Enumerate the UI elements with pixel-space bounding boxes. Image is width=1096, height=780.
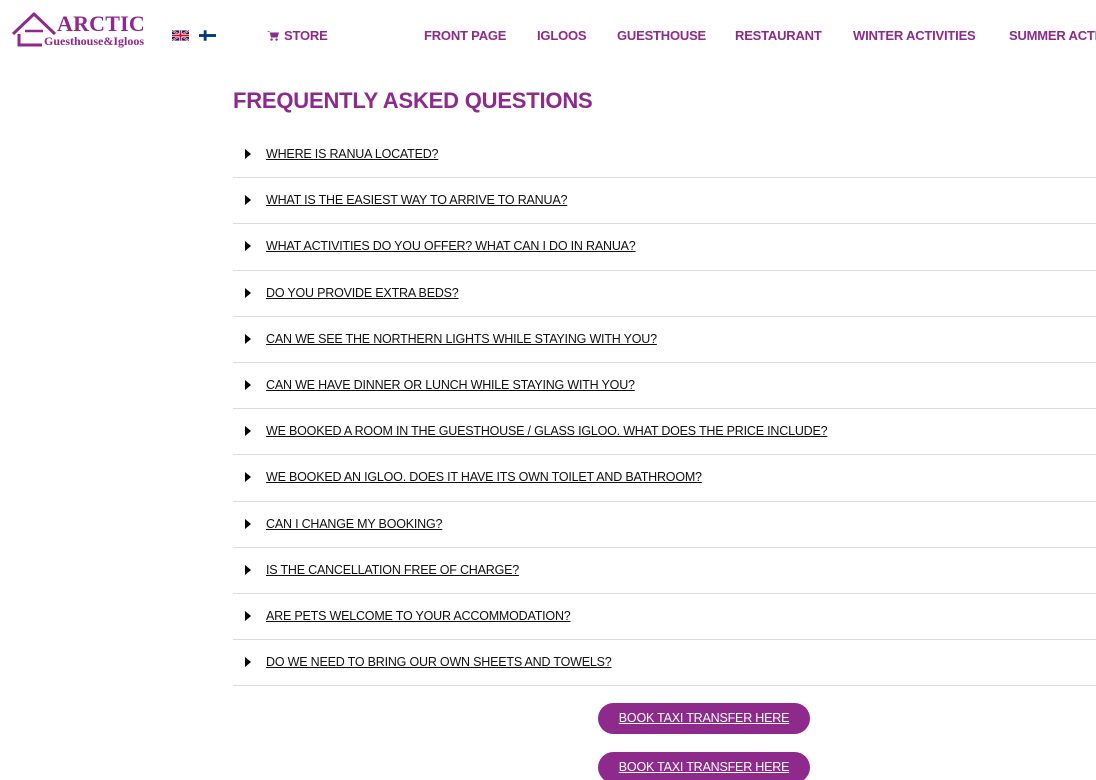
expand-triangle-icon	[245, 426, 251, 437]
book-taxi-button-2[interactable]: BOOK TAXI TRANSFER HERE	[598, 752, 810, 780]
book-taxi-button[interactable]: BOOK TAXI TRANSFER HERE	[598, 703, 810, 734]
faq-question: CAN WE SEE THE NORTHERN LIGHTS WHILE STA…	[266, 331, 657, 346]
faq-question: DO YOU PROVIDE EXTRA BEDS?	[266, 285, 459, 300]
nav-igloos[interactable]: IGLOOS	[537, 28, 587, 44]
expand-triangle-icon	[245, 610, 251, 621]
faq-item[interactable]: ARE PETS WELCOME TO YOUR ACCOMMODATION?	[233, 594, 1096, 641]
nav-store[interactable]: STORE	[267, 28, 328, 44]
expand-triangle-icon	[245, 518, 251, 529]
faq-question: WHAT ACTIVITIES DO YOU OFFER? WHAT CAN I…	[266, 239, 636, 254]
expand-triangle-icon	[245, 657, 251, 668]
faq-item[interactable]: WHAT IS THE EASIEST WAY TO ARRIVE TO RAN…	[233, 178, 1096, 225]
expand-triangle-icon	[245, 195, 251, 206]
faq-item[interactable]: CAN WE SEE THE NORTHERN LIGHTS WHILE STA…	[233, 317, 1096, 363]
expand-triangle-icon	[245, 287, 251, 298]
faq-item[interactable]: IS THE CANCELLATION FREE OF CHARGE?	[233, 548, 1096, 594]
main-nav: STORE FRONT PAGE IGLOOS GUESTHOUSE RESTA…	[0, 28, 1096, 44]
faq-question: IS THE CANCELLATION FREE OF CHARGE?	[266, 562, 520, 577]
expand-triangle-icon	[245, 241, 251, 252]
faq-list: WHERE IS RANUA LOCATED? WHAT IS THE EASI…	[233, 132, 1096, 687]
faq-item[interactable]: WE BOOKED A ROOM IN THE GUESTHOUSE / GLA…	[233, 409, 1096, 456]
faq-item[interactable]: DO YOU PROVIDE EXTRA BEDS?	[233, 271, 1096, 317]
faq-item[interactable]: WE BOOKED AN IGLOO. DOES IT HAVE ITS OWN…	[233, 455, 1096, 502]
faq-question: WHERE IS RANUA LOCATED?	[266, 147, 439, 161]
faq-item[interactable]: WHAT ACTIVITIES DO YOU OFFER? WHAT CAN I…	[233, 224, 1096, 271]
faq-item[interactable]: WHERE IS RANUA LOCATED?	[233, 132, 1096, 179]
nav-summer-activities[interactable]: SUMMER ACTI	[1009, 28, 1096, 44]
faq-item[interactable]: CAN WE HAVE DINNER OR LUNCH WHILE STAYIN…	[233, 363, 1096, 410]
nav-front-page[interactable]: FRONT PAGE	[424, 28, 506, 44]
site-header: ARCTIC Guesthouse&Igloos STORE FRONT PAG…	[0, 0, 1096, 72]
faq-question: WE BOOKED AN IGLOO. DOES IT HAVE ITS OWN…	[266, 470, 702, 485]
faq-question: DO WE NEED TO BRING OUR OWN SHEETS AND T…	[266, 655, 612, 670]
expand-triangle-icon	[245, 472, 251, 483]
nav-restaurant[interactable]: RESTAURANT	[735, 28, 822, 44]
shopping-cart-icon	[267, 31, 279, 41]
faq-question: CAN I CHANGE MY BOOKING?	[266, 516, 443, 531]
expand-triangle-icon	[245, 564, 251, 575]
faq-question: WE BOOKED A ROOM IN THE GUESTHOUSE / GLA…	[266, 424, 828, 439]
faq-item[interactable]: CAN I CHANGE MY BOOKING?	[233, 502, 1096, 548]
expand-triangle-icon	[245, 379, 251, 390]
faq-question: WHAT IS THE EASIEST WAY TO ARRIVE TO RAN…	[266, 193, 568, 208]
page-title: FREQUENTLY ASKED QUESTIONS	[233, 88, 593, 113]
expand-triangle-icon	[245, 149, 251, 159]
expand-triangle-icon	[245, 333, 251, 344]
faq-item[interactable]: DO WE NEED TO BRING OUR OWN SHEETS AND T…	[233, 640, 1096, 687]
faq-question: CAN WE HAVE DINNER OR LUNCH WHILE STAYIN…	[266, 377, 635, 392]
nav-winter-activities[interactable]: WINTER ACTIVITIES	[853, 28, 976, 44]
nav-guesthouse[interactable]: GUESTHOUSE	[617, 28, 706, 44]
faq-question: ARE PETS WELCOME TO YOUR ACCOMMODATION?	[266, 608, 571, 623]
nav-store-label: STORE	[284, 28, 328, 43]
